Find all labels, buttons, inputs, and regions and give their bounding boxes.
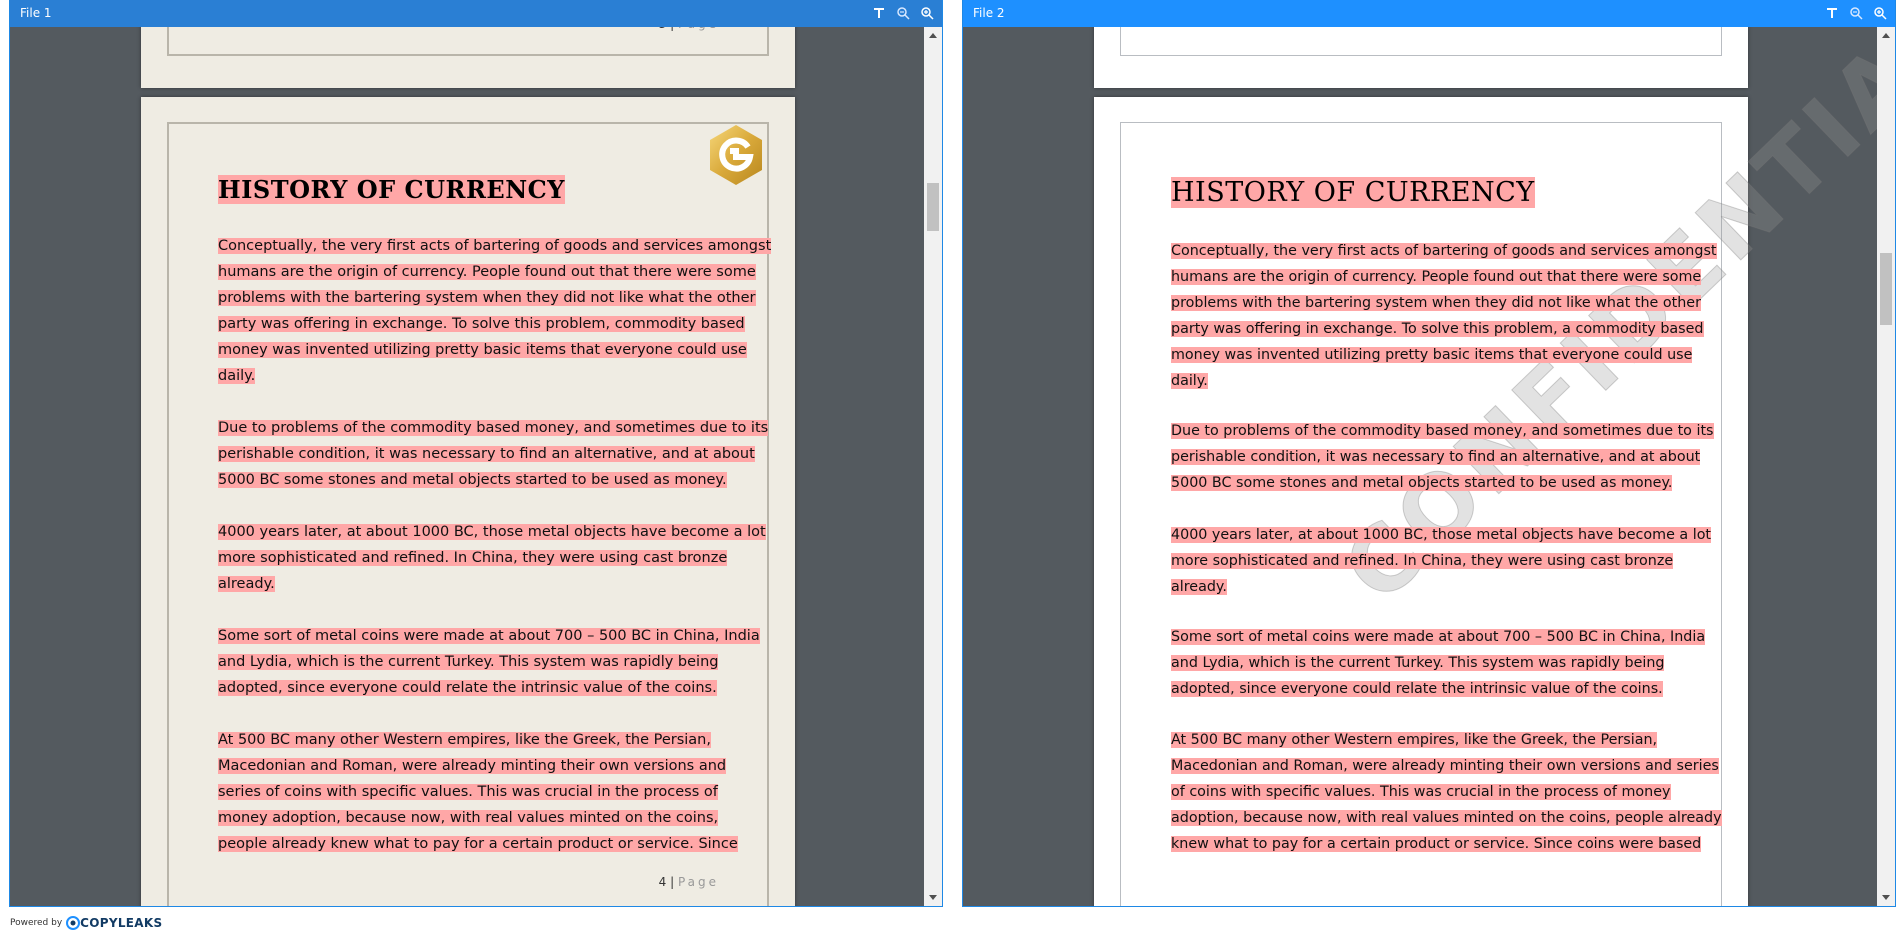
g-logo-icon — [704, 123, 768, 187]
page-number: 4 | Page — [658, 875, 719, 889]
paragraph-2: Due to problems of the commodity based m… — [218, 420, 769, 488]
scroll-up-arrow-icon[interactable] — [924, 27, 942, 43]
file2-scrollbar[interactable] — [1877, 27, 1895, 906]
page-heading: HISTORY OF CURRENCY — [218, 175, 565, 204]
paragraph-3: 4000 years later, at about 1000 BC, thos… — [1171, 527, 1712, 595]
previous-page-number: 3 | Page — [659, 27, 719, 31]
zoom-in-icon[interactable] — [918, 4, 936, 22]
file2-title: File 2 — [973, 6, 1005, 20]
file2-titlebar: File 2 — [963, 0, 1895, 27]
scroll-down-arrow-icon[interactable] — [924, 890, 942, 906]
file1-titlebar: File 1 — [10, 0, 942, 27]
powered-by-footer: Powered by COPYLEAKS — [10, 916, 162, 930]
paragraph-4: Some sort of metal coins were made at ab… — [1171, 629, 1706, 697]
page-frame — [1120, 27, 1722, 56]
page-heading: HISTORY OF CURRENCY — [1171, 177, 1535, 208]
text-tool-icon[interactable] — [870, 4, 888, 22]
zoom-out-icon[interactable] — [894, 4, 912, 22]
file1-scrollbar[interactable] — [924, 27, 942, 906]
file2-page: CONFIDENTIAL HISTORY OF CURRENCY Concept… — [1094, 27, 1877, 906]
zoom-in-icon[interactable] — [1871, 4, 1889, 22]
powered-by-label: Powered by — [10, 918, 63, 928]
scroll-down-arrow-icon[interactable] — [1877, 890, 1895, 906]
scroll-up-arrow-icon[interactable] — [1877, 27, 1895, 43]
copyleaks-logo-icon — [66, 916, 81, 930]
paragraph-1: Conceptually, the very first acts of bar… — [218, 238, 772, 384]
zoom-out-icon[interactable] — [1847, 4, 1865, 22]
text-tool-icon[interactable] — [1823, 4, 1841, 22]
paragraph-1: Conceptually, the very first acts of bar… — [1171, 243, 1717, 389]
file2-pane: File 2 CONFIDENTIAL HISTORY OF CURRENCY … — [962, 0, 1896, 907]
page-frame — [167, 27, 769, 56]
paragraph-4: Some sort of metal coins were made at ab… — [218, 628, 760, 696]
copyleaks-brand-text: COPYLEAKS — [80, 916, 163, 930]
file1-title: File 1 — [20, 6, 52, 20]
file1-scroll-thumb[interactable] — [927, 183, 939, 231]
file1-previous-page: 3 | Page — [141, 27, 795, 88]
paragraph-5: At 500 BC many other Western empires, li… — [218, 732, 738, 852]
file1-document-viewport[interactable]: 3 | Page HISTORY OF CURRENCY Conceptuall… — [10, 27, 924, 906]
copyleaks-logo[interactable]: COPYLEAKS — [66, 916, 162, 930]
paragraph-3: 4000 years later, at about 1000 BC, thos… — [218, 524, 766, 592]
file1-pane: File 1 3 | Page — [9, 0, 943, 907]
file1-page: HISTORY OF CURRENCY Conceptually, the ve… — [141, 97, 795, 906]
file2-scroll-thumb[interactable] — [1880, 253, 1892, 325]
file2-document-viewport[interactable]: CONFIDENTIAL HISTORY OF CURRENCY Concept… — [963, 27, 1877, 906]
file2-previous-page — [1094, 27, 1748, 88]
paragraph-5: At 500 BC many other Western empires, li… — [1171, 732, 1722, 852]
paragraph-2: Due to problems of the commodity based m… — [1171, 423, 1714, 491]
